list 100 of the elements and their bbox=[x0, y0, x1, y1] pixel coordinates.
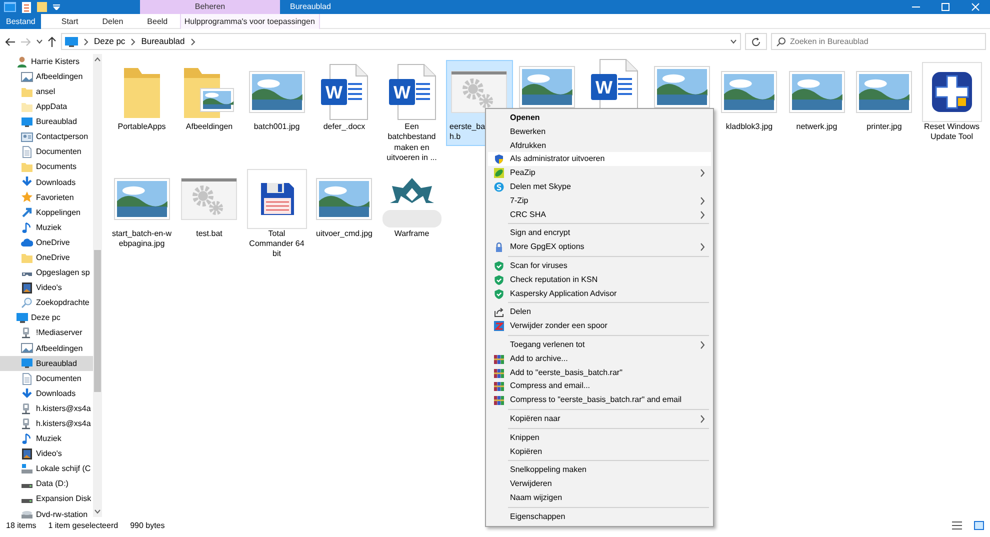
file-tile[interactable]: uitvoer_cmd.jpg bbox=[310, 166, 378, 242]
file-tile[interactable]: test.bat bbox=[176, 166, 243, 242]
sidebar-item[interactable]: !Mediaserver bbox=[0, 326, 93, 341]
file-name: kladblok3.jpg bbox=[726, 122, 773, 132]
sidebar-item[interactable]: Opgeslagen sp bbox=[0, 265, 93, 280]
menu-item[interactable]: CRC SHA bbox=[488, 208, 711, 222]
menu-item[interactable]: Compress to "eerste_basis_batch.rar" and email bbox=[488, 393, 711, 407]
sidebar-item[interactable]: Bureaublad bbox=[0, 114, 93, 130]
sidebar-item[interactable]: Bureaublad bbox=[0, 356, 93, 371]
checklist-icon[interactable] bbox=[22, 2, 31, 12]
chevron-icon[interactable] bbox=[190, 38, 196, 46]
menu-item[interactable]: Snelkoppeling maken bbox=[488, 463, 711, 478]
sidebar-item[interactable]: Lokale schijf (C bbox=[0, 462, 93, 477]
sidebar-item[interactable]: Afbeeldingen bbox=[0, 340, 93, 356]
back-arrow-icon[interactable] bbox=[4, 36, 16, 46]
large-icons-view-icon[interactable] bbox=[974, 521, 984, 530]
file-tile[interactable]: Afbeeldingen bbox=[176, 60, 243, 136]
menu-item[interactable]: Scan for viruses bbox=[488, 258, 711, 273]
sidebar-item[interactable]: Video's bbox=[0, 280, 93, 296]
sidebar-item[interactable]: Documents bbox=[0, 160, 93, 175]
chevron-icon[interactable] bbox=[83, 38, 89, 46]
sidebar-item[interactable]: Downloads bbox=[0, 174, 93, 190]
address-bar[interactable]: Deze pc Bureaublad bbox=[61, 33, 741, 50]
dropdown-icon[interactable] bbox=[36, 39, 43, 44]
refresh-button[interactable] bbox=[745, 33, 767, 50]
sidebar-item[interactable]: Expansion Disk bbox=[0, 492, 93, 507]
scrollbar-thumb[interactable] bbox=[94, 250, 101, 392]
sidebar-item[interactable]: Documenten bbox=[0, 144, 93, 160]
menu-item[interactable]: Compress and email... bbox=[488, 379, 711, 394]
ribbon-tab[interactable]: Delen bbox=[90, 14, 136, 29]
menu-item[interactable]: PeaZip bbox=[488, 166, 711, 180]
breadcrumb-link[interactable]: Deze pc bbox=[94, 36, 126, 47]
menu-item[interactable]: 7-Zip bbox=[488, 194, 711, 208]
menu-item[interactable]: Toegang verlenen tot bbox=[488, 338, 711, 352]
sidebar-item[interactable]: AppData bbox=[0, 99, 93, 114]
menu-item[interactable]: Eigenschappen bbox=[488, 510, 711, 524]
file-tile[interactable]: Reset Windows Update Tool bbox=[918, 60, 986, 146]
file-tile[interactable]: Warframe bbox=[378, 166, 446, 242]
menu-item[interactable]: Verwijderen bbox=[488, 477, 711, 491]
sidebar-item[interactable]: Dvd-rw-station bbox=[0, 506, 93, 522]
search-icon bbox=[776, 37, 786, 47]
details-view-icon[interactable] bbox=[952, 521, 962, 530]
ribbon-tab[interactable]: Start bbox=[49, 14, 90, 29]
disc-drive-icon bbox=[21, 508, 33, 520]
file-name: uitvoer_cmd.jpg bbox=[316, 228, 372, 239]
file-name: Total Commander 64 bit bbox=[249, 228, 304, 260]
menu-item[interactable]: Check reputation in KSN bbox=[488, 272, 711, 287]
breadcrumb-link[interactable]: Bureaublad bbox=[141, 36, 185, 47]
sidebar-item[interactable]: Koppelingen bbox=[0, 204, 93, 220]
chevron-icon[interactable] bbox=[130, 38, 136, 46]
menu-item[interactable]: Kopiëren naar bbox=[488, 412, 711, 426]
menu-item[interactable]: More GpgEX options bbox=[488, 240, 711, 254]
file-tile[interactable]: PortableApps bbox=[108, 60, 176, 136]
sidebar-item[interactable]: OneDrive bbox=[0, 250, 93, 266]
sidebar-item[interactable]: h.kisters@xs4a bbox=[0, 401, 93, 416]
file-tile[interactable]: W defer_.docx bbox=[310, 60, 378, 136]
sidebar-item[interactable]: Afbeeldingen bbox=[0, 69, 93, 84]
file-menu-tab[interactable]: Bestand bbox=[0, 14, 42, 29]
menu-item[interactable]: Add to "eerste_basis_batch.rar" bbox=[488, 366, 711, 380]
sidebar-item[interactable]: Downloads bbox=[0, 386, 93, 402]
file-tile[interactable]: Total Commander 64 bit bbox=[243, 166, 310, 263]
file-tile[interactable]: batch001.jpg bbox=[243, 60, 310, 136]
file-tile[interactable]: netwerk.jpg bbox=[783, 60, 850, 136]
sidebar-item[interactable]: h.kisters@xs4a bbox=[0, 416, 93, 432]
menu-item[interactable]: Kaspersky Application Advisor bbox=[488, 286, 711, 300]
sidebar-item[interactable]: Contactperson bbox=[0, 129, 93, 145]
menu-item[interactable]: Add to archive... bbox=[488, 352, 711, 366]
menu-item[interactable]: Als administrator uitvoeren bbox=[488, 152, 711, 166]
menu-item[interactable]: Knippen bbox=[488, 430, 711, 445]
sidebar-item[interactable]: Documenten bbox=[0, 370, 93, 386]
sidebar-item[interactable]: Video's bbox=[0, 446, 93, 462]
menu-item[interactable]: Naam wijzigen bbox=[488, 490, 711, 505]
sidebar-item[interactable]: Harrie Kisters bbox=[0, 54, 93, 70]
scrollbar[interactable] bbox=[93, 54, 102, 517]
up-arrow-icon[interactable] bbox=[47, 36, 57, 47]
scroll-up-icon[interactable] bbox=[94, 57, 101, 62]
sidebar-item[interactable]: Favorieten bbox=[0, 190, 93, 205]
sidebar-item[interactable]: OneDrive bbox=[0, 235, 93, 250]
menu-item[interactable]: Verwijder zonder een spoor bbox=[488, 319, 711, 333]
ribbon-tab[interactable]: Beeld bbox=[135, 14, 180, 29]
archive-books-icon bbox=[494, 354, 504, 364]
dropdown-icon[interactable] bbox=[730, 39, 737, 44]
ribbon-tab[interactable]: Hulpprogramma's voor toepassingen bbox=[180, 14, 320, 29]
sidebar-item[interactable]: Zoekopdrachte bbox=[0, 296, 93, 311]
user-icon bbox=[16, 56, 28, 68]
file-tile[interactable]: printer.jpg bbox=[850, 60, 918, 136]
sidebar-item[interactable]: Deze pc bbox=[0, 310, 93, 326]
sidebar-item[interactable]: ansel bbox=[0, 84, 93, 100]
menu-item[interactable]: Sign and encrypt bbox=[488, 226, 711, 240]
scroll-down-icon[interactable] bbox=[94, 509, 101, 514]
menu-item[interactable]: Delen bbox=[488, 305, 711, 320]
file-tile[interactable]: start_batch-en-w ebpagina.jpg bbox=[108, 166, 176, 252]
search-field[interactable]: Zoeken in Bureaublad bbox=[771, 33, 986, 50]
sidebar-item[interactable]: Muziek bbox=[0, 431, 93, 446]
menu-item[interactable]: Delen met Skype bbox=[488, 180, 711, 194]
menu-item[interactable]: Kopiëren bbox=[488, 444, 711, 458]
sidebar-item[interactable]: Data (D:) bbox=[0, 476, 93, 492]
file-tile[interactable]: W Een batchbestand maken en uitvoeren in ... bbox=[378, 60, 446, 167]
file-tile[interactable]: kladblok3.jpg bbox=[716, 60, 783, 136]
sidebar-item[interactable]: Muziek bbox=[0, 220, 93, 236]
